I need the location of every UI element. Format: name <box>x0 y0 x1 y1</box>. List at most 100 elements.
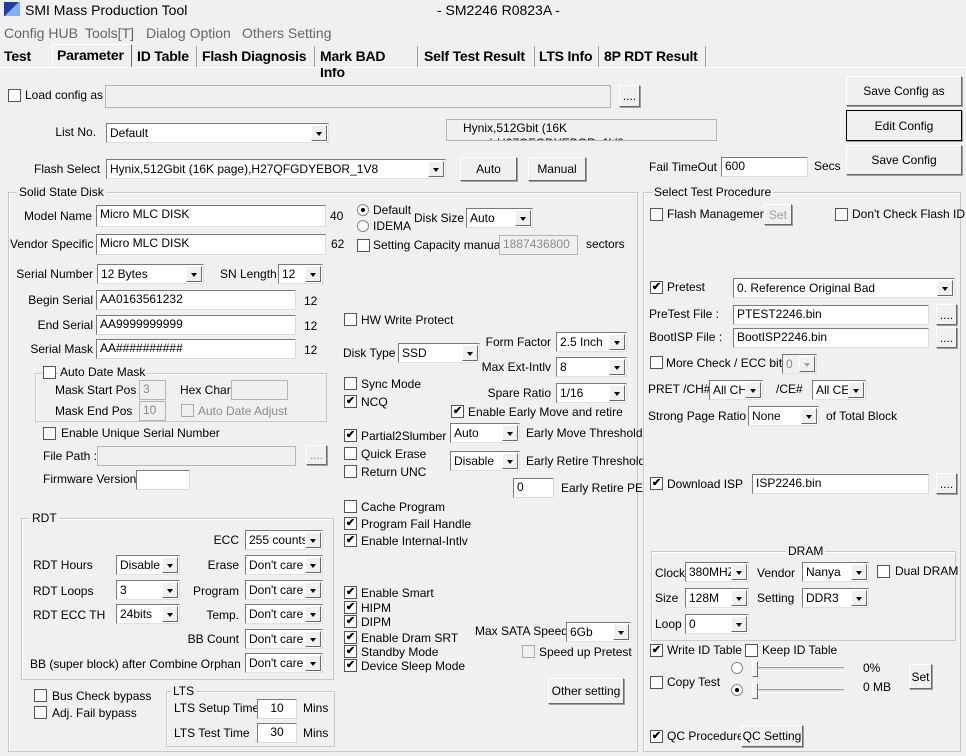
return-unc-checkbox[interactable] <box>344 465 357 478</box>
chevron-down-icon[interactable] <box>305 655 321 671</box>
keep-id-table-checkbox[interactable] <box>745 644 758 657</box>
sync-mode-checkbox[interactable] <box>344 377 357 390</box>
default-radio[interactable] <box>357 204 369 216</box>
chevron-down-icon[interactable] <box>613 624 629 640</box>
hw-write-protect-checkbox[interactable] <box>344 313 357 326</box>
cache-program-checkbox[interactable] <box>344 500 357 513</box>
program-fail-handle-checkbox[interactable] <box>344 517 357 530</box>
other-setting-button[interactable]: Other setting <box>548 678 624 704</box>
copy-test-set-button[interactable]: Set <box>909 664 932 689</box>
chevron-down-icon[interactable] <box>937 280 953 296</box>
clock-dropdown[interactable]: 380MHZ <box>685 562 749 582</box>
temp-dropdown[interactable]: Don't care <box>245 604 323 624</box>
copy-mb-slider-thumb[interactable] <box>752 683 758 699</box>
auto-button[interactable]: Auto <box>460 157 517 181</box>
tab-flash-diagnosis[interactable]: Flash Diagnosis <box>198 46 315 67</box>
chevron-down-icon[interactable] <box>609 334 625 350</box>
spare-ratio-dropdown[interactable]: 1/16 <box>556 383 627 403</box>
chevron-down-icon[interactable] <box>731 616 747 632</box>
speed-up-pretest-checkbox[interactable] <box>522 645 535 658</box>
quick-erase-checkbox[interactable] <box>344 447 357 460</box>
edit-config-button[interactable]: Edit Config <box>846 110 962 141</box>
ncq-checkbox[interactable] <box>344 395 357 408</box>
chevron-down-icon[interactable] <box>609 359 625 375</box>
write-id-table-checkbox[interactable] <box>650 644 663 657</box>
copy-test-checkbox[interactable] <box>650 676 663 689</box>
chevron-down-icon[interactable] <box>799 356 815 372</box>
setting-capacity-checkbox[interactable] <box>357 239 370 252</box>
dont-check-flash-id-checkbox[interactable] <box>835 208 848 221</box>
auto-date-adjust-checkbox[interactable] <box>181 404 194 417</box>
copy-mb-slider[interactable] <box>752 689 844 693</box>
list-no-dropdown[interactable]: Default <box>106 123 329 143</box>
qc-procedure-checkbox[interactable] <box>650 730 663 743</box>
capacity-input[interactable]: 1887436800 <box>499 235 578 255</box>
pretest-file-input[interactable]: PTEST2246.bin <box>733 305 929 325</box>
hipm-checkbox[interactable] <box>344 601 357 614</box>
standby-mode-checkbox[interactable] <box>344 645 357 658</box>
dual-dram-checkbox[interactable] <box>877 565 890 578</box>
load-config-path[interactable] <box>105 85 611 108</box>
adj-fail-bypass-checkbox[interactable] <box>34 706 47 719</box>
sn-length-dropdown[interactable]: 12 <box>278 264 323 284</box>
chevron-down-icon[interactable] <box>502 425 518 441</box>
disk-type-dropdown[interactable]: SSD <box>398 343 480 363</box>
chevron-down-icon[interactable] <box>428 161 444 177</box>
chevron-down-icon[interactable] <box>186 266 202 282</box>
enable-smart-checkbox[interactable] <box>344 586 357 599</box>
pretest-file-browse-button[interactable]: .... <box>936 304 957 325</box>
chevron-down-icon[interactable] <box>801 408 817 424</box>
chevron-down-icon[interactable] <box>731 564 747 580</box>
size-dropdown[interactable]: 128M <box>685 588 749 608</box>
bootisp-file-input[interactable]: BootISP2246.bin <box>733 328 929 348</box>
mask-start-pos-input[interactable]: 3 <box>139 380 166 400</box>
copy-percent-slider[interactable] <box>752 667 844 671</box>
chevron-down-icon[interactable] <box>848 382 864 398</box>
tab-self-test-result[interactable]: Self Test Result <box>420 46 535 67</box>
begin-serial-input[interactable]: AA0163561232 <box>96 290 296 310</box>
early-move-checkbox[interactable] <box>451 405 464 418</box>
qc-setting-button[interactable]: QC Setting <box>741 725 803 747</box>
auto-date-mask-checkbox[interactable] <box>43 366 56 379</box>
pretest-checkbox[interactable] <box>650 281 663 294</box>
chevron-down-icon[interactable] <box>515 210 531 226</box>
chevron-down-icon[interactable] <box>305 631 321 647</box>
flash-management-checkbox[interactable] <box>650 208 663 221</box>
early-retire-threshold-dropdown[interactable]: Disable <box>450 451 520 471</box>
chevron-down-icon[interactable] <box>305 582 321 598</box>
fail-timeout-input[interactable]: 600 <box>721 157 808 177</box>
serial-mask-input[interactable]: AA########## <box>96 339 296 359</box>
chevron-down-icon[interactable] <box>731 590 747 606</box>
chevron-down-icon[interactable] <box>851 564 867 580</box>
copy-mb-radio[interactable] <box>731 684 743 696</box>
dram-srt-checkbox[interactable] <box>344 631 357 644</box>
download-isp-input[interactable]: ISP2246.bin <box>752 474 929 494</box>
bus-check-bypass-checkbox[interactable] <box>34 689 47 702</box>
program-dropdown[interactable]: Don't care <box>245 580 323 600</box>
firmware-version-input[interactable] <box>136 470 190 490</box>
strong-page-ratio-dropdown[interactable]: None <box>748 406 819 426</box>
end-serial-input[interactable]: AA9999999999 <box>96 315 296 335</box>
max-ext-intlv-dropdown[interactable]: 8 <box>556 357 627 377</box>
setting-dropdown[interactable]: DDR3 <box>802 588 869 608</box>
device-sleep-checkbox[interactable] <box>344 659 357 672</box>
chevron-down-icon[interactable] <box>851 590 867 606</box>
erase-dropdown[interactable]: Don't care <box>245 555 323 575</box>
menu-others-setting[interactable]: Others Setting <box>242 26 332 40</box>
flash-management-set-button[interactable]: Set <box>764 204 792 225</box>
lts-setup-time-input[interactable]: 10 <box>257 699 297 719</box>
serial-number-dropdown[interactable]: 12 Bytes <box>97 264 204 284</box>
copy-percent-radio[interactable] <box>731 662 743 674</box>
dipm-checkbox[interactable] <box>344 615 357 628</box>
tab-lts-info[interactable]: LTS Info <box>535 46 599 67</box>
unique-serial-checkbox[interactable] <box>43 427 56 440</box>
chevron-down-icon[interactable] <box>311 125 327 141</box>
pretest-dropdown[interactable]: 0. Reference Original Bad <box>733 278 955 298</box>
file-path-browse-button[interactable]: .... <box>306 445 327 465</box>
chevron-down-icon[interactable] <box>305 532 321 548</box>
bb-count-dropdown[interactable]: Don't care <box>245 629 323 649</box>
bb-super-block-dropdown[interactable]: Don't care <box>245 653 323 673</box>
hex-char-input[interactable] <box>231 380 288 400</box>
menu-tools[interactable]: Tools[T] <box>85 26 134 40</box>
copy-percent-slider-thumb[interactable] <box>752 661 758 677</box>
